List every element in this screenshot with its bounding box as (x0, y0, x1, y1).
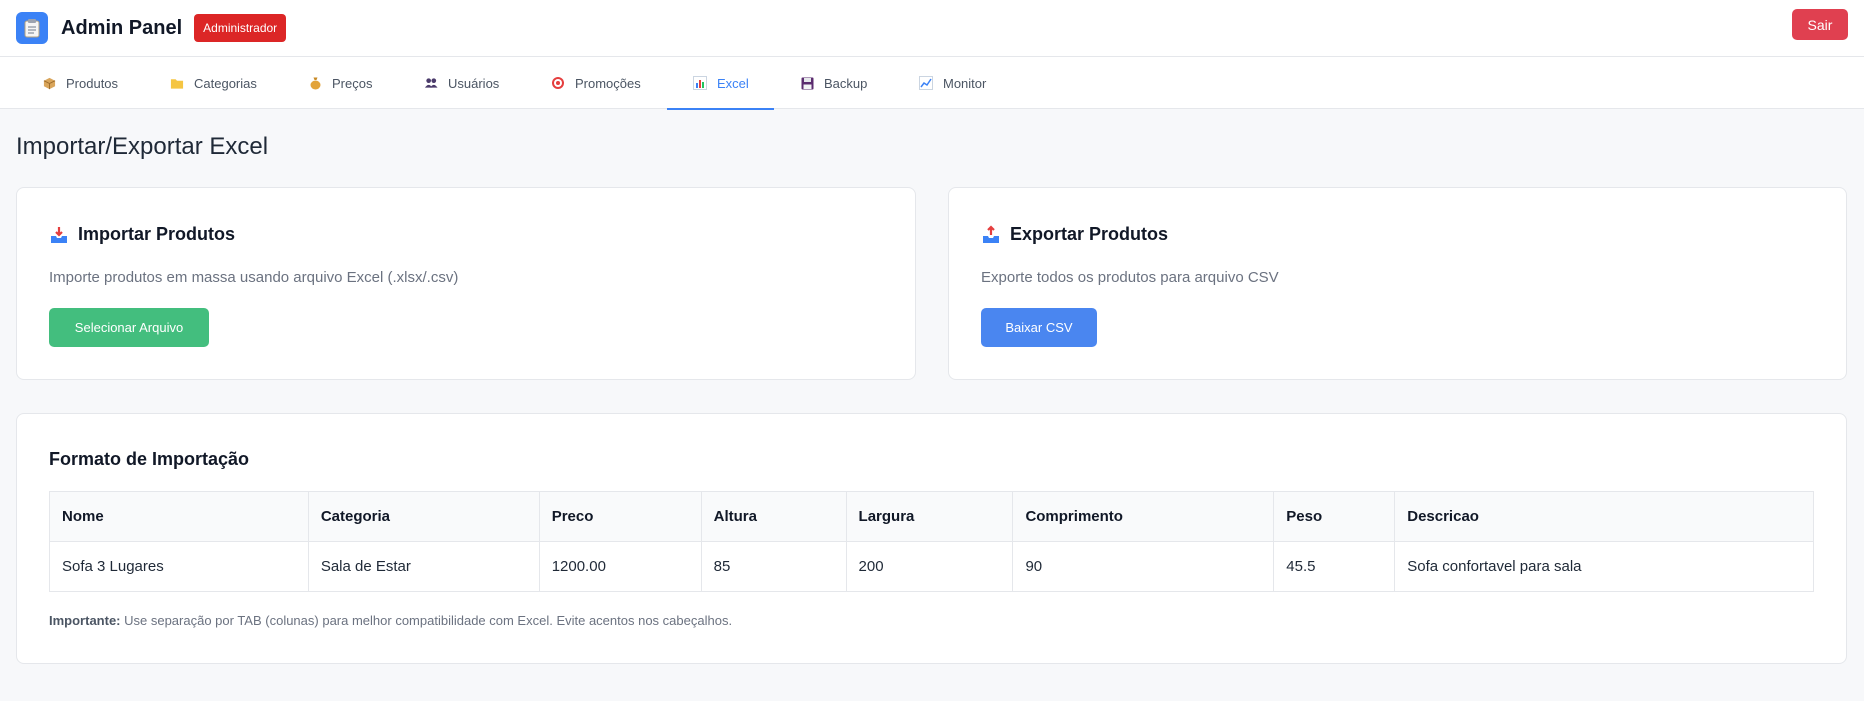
floppy-disk-icon (800, 76, 814, 90)
import-note: Importante: Use separação por TAB (colun… (49, 613, 732, 628)
tab-label: Promoções (575, 75, 641, 91)
role-badge: Administrador (194, 14, 287, 42)
tab-label: Preços (332, 75, 373, 91)
top-header: Admin Panel Administrador Sair (0, 0, 1864, 57)
tab-backup[interactable]: Backup (800, 57, 867, 109)
tab-excel[interactable]: Excel (667, 57, 774, 110)
tab-precos[interactable]: Preços (308, 57, 372, 109)
tab-categorias[interactable]: Categorias (170, 57, 257, 109)
clipboard-icon (16, 12, 48, 44)
column-header: Altura (700, 491, 847, 542)
trend-chart-icon (919, 76, 933, 90)
tab-label: Backup (824, 75, 868, 91)
import-format-table: Nome Categoria Preco Altura Largura Comp… (49, 491, 1814, 592)
table-cell: Sofa 3 Lugares (49, 541, 309, 592)
table-cell: Sofa confortavel para sala (1394, 541, 1814, 592)
import-card-description: Importe produtos em massa usando arquivo… (49, 269, 459, 286)
outbox-tray-icon (981, 224, 1001, 245)
column-header: Preco (538, 491, 702, 542)
tab-label: Categorias (194, 75, 257, 91)
logout-button[interactable]: Sair (1792, 9, 1848, 40)
table-cell: 200 (845, 541, 1014, 592)
app-title: Admin Panel (61, 16, 183, 39)
tab-label: Produtos (66, 75, 119, 91)
table-cell: Sala de Estar (307, 541, 540, 592)
note-text: Use separação por TAB (colunas) para mel… (120, 613, 733, 628)
column-header: Comprimento (1012, 491, 1275, 542)
download-csv-button[interactable]: Baixar CSV (981, 308, 1097, 347)
column-header: Nome (49, 491, 309, 542)
page-title: Importar/Exportar Excel (16, 133, 269, 160)
tab-produtos[interactable]: Produtos (42, 57, 118, 109)
tab-label: Monitor (943, 75, 987, 91)
import-format-card: Formato de Importação Nome Categoria Pre… (16, 413, 1847, 664)
table-cell: 85 (700, 541, 847, 592)
tab-usuarios[interactable]: Usuários (424, 57, 499, 109)
column-header: Categoria (307, 491, 540, 542)
select-file-button[interactable]: Selecionar Arquivo (49, 308, 209, 347)
bar-chart-icon (693, 76, 707, 90)
table-cell: 90 (1012, 541, 1275, 592)
tab-label: Excel (717, 75, 749, 91)
target-icon (551, 76, 565, 90)
tab-promocoes[interactable]: Promoções (551, 57, 641, 109)
import-card-heading: Importar Produtos (78, 224, 236, 244)
import-card: Importar Produtos Importe produtos em ma… (16, 187, 916, 380)
tab-bar: Produtos Categorias Preços Usuários Prom… (0, 57, 1864, 110)
table-cell: 45.5 (1273, 541, 1396, 592)
import-card-title: Importar Produtos (49, 224, 235, 245)
export-card-description: Exporte todos os produtos para arquivo C… (981, 269, 1279, 286)
inbox-tray-icon (49, 225, 69, 245)
column-header: Peso (1273, 491, 1396, 542)
table-row: Sofa 3 Lugares Sala de Estar 1200.00 85 … (49, 541, 1814, 592)
tab-monitor[interactable]: Monitor (919, 57, 986, 109)
column-header: Largura (845, 491, 1014, 542)
users-icon (424, 76, 438, 90)
tab-label: Usuários (448, 75, 500, 91)
export-card: Exportar Produtos Exporte todos os produ… (948, 187, 1847, 380)
export-card-heading: Exportar Produtos (1010, 224, 1169, 244)
import-format-title: Formato de Importação (49, 449, 250, 469)
export-card-title: Exportar Produtos (981, 224, 1168, 245)
table-header-row: Nome Categoria Preco Altura Largura Comp… (49, 491, 1814, 542)
table-cell: 1200.00 (538, 541, 702, 592)
note-label: Importante: (49, 613, 121, 628)
folder-icon (170, 76, 184, 90)
box-icon (42, 76, 56, 90)
money-bag-icon (308, 76, 322, 90)
column-header: Descricao (1394, 491, 1814, 542)
